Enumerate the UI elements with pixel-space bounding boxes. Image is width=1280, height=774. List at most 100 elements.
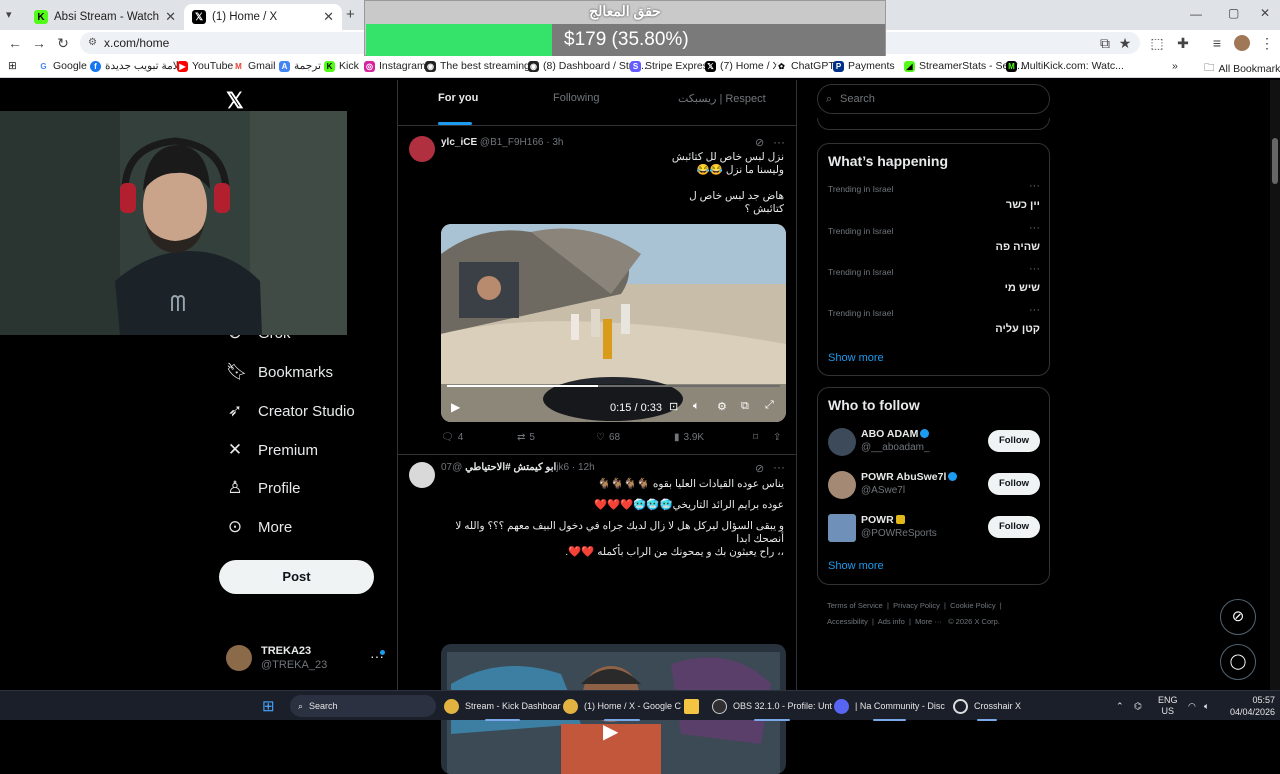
trend-item[interactable]: Trending in Israel ··· יין כשר: [828, 180, 1040, 211]
follow-button[interactable]: Follow: [988, 516, 1040, 538]
nav-item-creator-studio[interactable]: ➶ Creator Studio: [226, 396, 355, 426]
forward-button[interactable]: →: [30, 34, 48, 52]
trend-item[interactable]: Trending in Israel ··· שהיה פה: [828, 222, 1040, 253]
apps-icon[interactable]: ⊞: [8, 60, 17, 72]
author-name[interactable]: ابو كيمتش #الاحتياطي: [465, 462, 556, 473]
volume-icon[interactable]: 🔈︎: [1204, 696, 1209, 716]
tweet-time[interactable]: · 3h: [546, 137, 563, 148]
close-icon[interactable]: ✕: [323, 9, 334, 25]
back-button[interactable]: ←: [6, 34, 24, 52]
bookmark-item[interactable]: K Kick: [324, 60, 359, 72]
minimize-button[interactable]: —: [1190, 7, 1202, 21]
bookmark-item[interactable]: A ترجمة: [279, 60, 321, 72]
nav-item-bookmarks[interactable]: 🔖︎ Bookmarks: [226, 357, 333, 387]
extension-icon[interactable]: ⬚: [1148, 34, 1166, 52]
bookmarks-overflow-icon[interactable]: »: [1172, 60, 1178, 72]
tab-respect[interactable]: ريسبكت | Respect: [678, 92, 766, 105]
taskbar-app-chrome-x[interactable]: (1) Home / X - Google C: [563, 696, 681, 721]
tweet-time[interactable]: · 12h: [572, 462, 595, 473]
grok-icon[interactable]: ⊘: [755, 462, 764, 475]
play-icon[interactable]: ▶: [451, 400, 460, 414]
follow-button[interactable]: Follow: [988, 430, 1040, 452]
reply-button[interactable]: 🗨︎ 4: [441, 432, 463, 443]
more-dots-icon[interactable]: ···: [1029, 222, 1040, 234]
maximize-button[interactable]: ▢: [1228, 6, 1239, 20]
taskbar-app-chrome-kick[interactable]: Stream - Kick Dashboar: [444, 696, 561, 721]
browser-tab-x[interactable]: 𝕏 (1) Home / X ✕: [184, 4, 342, 30]
scrollbar-thumb[interactable]: [1272, 138, 1278, 184]
bookmark-item[interactable]: M Gmail: [233, 60, 275, 72]
tab-search-icon[interactable]: ▾: [6, 8, 12, 21]
avatar[interactable]: [409, 462, 435, 488]
picture-in-picture-icon[interactable]: ⧉: [741, 400, 749, 413]
start-button[interactable]: ⊞: [262, 696, 275, 716]
play-icon[interactable]: ▶: [603, 719, 618, 744]
grok-fab-button[interactable]: ⊘: [1220, 599, 1256, 635]
x-logo-icon[interactable]: 𝕏: [226, 88, 246, 113]
video-player[interactable]: ▶ 0:15 / 0:33 ⊡ 🔈︎ ⚙ ⧉ ⤢: [441, 224, 786, 422]
bookmark-item[interactable]: f علامة تبويب جديدة: [90, 60, 185, 72]
site-info-icon[interactable]: ⚙: [88, 32, 97, 54]
bookmark-item[interactable]: S Stripe Express: [630, 60, 713, 72]
follow-suggestion[interactable]: ABO ADAM @__aboadam_ Follow: [828, 428, 1040, 458]
close-icon[interactable]: ✕: [165, 9, 176, 25]
new-tab-button[interactable]: +: [346, 6, 355, 23]
more-dots-icon[interactable]: ···: [773, 135, 785, 149]
show-more-link[interactable]: Show more: [828, 560, 884, 572]
close-window-button[interactable]: ✕: [1260, 6, 1270, 20]
tab-following[interactable]: Following: [553, 92, 599, 104]
browser-tab-kick[interactable]: K Absi Stream - Watch Live on Ki… ✕: [26, 4, 184, 30]
tweet[interactable]: ylc_iCE @B1_F9H166 · 3h ⊘ ··· نزل لبس خا…: [398, 127, 796, 455]
taskbar-search[interactable]: ⌕ Search: [290, 695, 436, 717]
author-handle[interactable]: @B1_F9H166: [480, 137, 544, 148]
more-dots-icon[interactable]: ···: [773, 460, 785, 474]
avatar[interactable]: [828, 471, 856, 499]
trend-item[interactable]: Trending in Israel ··· קטן עליה: [828, 304, 1040, 335]
more-dots-icon[interactable]: ···: [1029, 180, 1040, 192]
all-bookmarks[interactable]: 🗀 All Bookmarks: [1204, 60, 1280, 78]
account-switcher[interactable]: TREKA23 @TREKA_23 ···: [226, 644, 386, 674]
clock[interactable]: 05:57 04/04/2026: [1230, 694, 1275, 717]
author-name[interactable]: ylc_iCE: [441, 137, 477, 148]
like-button[interactable]: ♡ 68: [596, 432, 620, 443]
puzzle-icon[interactable]: ✚: [1174, 34, 1192, 52]
wifi-icon[interactable]: ◠: [1188, 696, 1196, 716]
system-tray-overflow-icon[interactable]: ⌃: [1116, 696, 1124, 716]
tweet[interactable]: ابو كيمتش #الاحتياطي @07jk6 · 12h ⊘ ··· …: [398, 456, 796, 774]
footer-link[interactable]: Privacy Policy: [893, 601, 940, 610]
footer-link[interactable]: Cookie Policy: [950, 601, 995, 610]
grok-icon[interactable]: ⊘: [755, 136, 764, 149]
more-dots-icon[interactable]: ···: [1029, 263, 1040, 275]
volume-icon[interactable]: 🔈︎: [693, 400, 700, 413]
captions-icon[interactable]: ⊡: [669, 400, 678, 413]
footer-link[interactable]: Ads info: [878, 617, 905, 626]
post-button[interactable]: Post: [219, 560, 374, 594]
avatar[interactable]: [409, 136, 435, 162]
messages-fab-button[interactable]: ◯: [1220, 644, 1256, 680]
reload-button[interactable]: ↻: [54, 34, 72, 52]
repost-button[interactable]: ⇄ 5: [517, 432, 535, 443]
bookmark-item[interactable]: ◉ The best streaming...: [425, 60, 539, 72]
bookmark-item[interactable]: M MultiKick.com: Watc...: [1006, 60, 1124, 72]
menu-icon[interactable]: ⋮: [1258, 34, 1276, 52]
footer-link[interactable]: Accessibility: [827, 617, 868, 626]
profile-avatar[interactable]: [1234, 35, 1250, 51]
bookmark-button[interactable]: ⌑: [753, 432, 758, 443]
bookmark-item[interactable]: 𝕏 (7) Home / X: [705, 60, 780, 72]
install-icon[interactable]: ⧉: [1096, 34, 1114, 52]
fullscreen-icon[interactable]: ⤢: [765, 399, 774, 412]
search-input[interactable]: ⌕ Search: [817, 84, 1050, 114]
footer-link[interactable]: Terms of Service: [827, 601, 883, 610]
avatar[interactable]: [828, 428, 856, 456]
bookmark-item[interactable]: ◎ Instagram: [364, 60, 426, 72]
share-button[interactable]: ⇪: [773, 432, 781, 443]
avatar[interactable]: [828, 514, 856, 542]
nav-item-premium[interactable]: ✕ Premium: [226, 435, 318, 465]
show-more-link[interactable]: Show more: [828, 352, 884, 364]
follow-button[interactable]: Follow: [988, 473, 1040, 495]
bookmark-item[interactable]: ▶ YouTube: [177, 60, 233, 72]
follow-suggestion[interactable]: POWR AbuSwe7l @ASwe7l Follow: [828, 471, 1040, 501]
taskbar-file-explorer[interactable]: [684, 696, 699, 716]
page-scrollbar[interactable]: [1270, 80, 1280, 690]
network-icon[interactable]: ⌬: [1134, 696, 1142, 716]
